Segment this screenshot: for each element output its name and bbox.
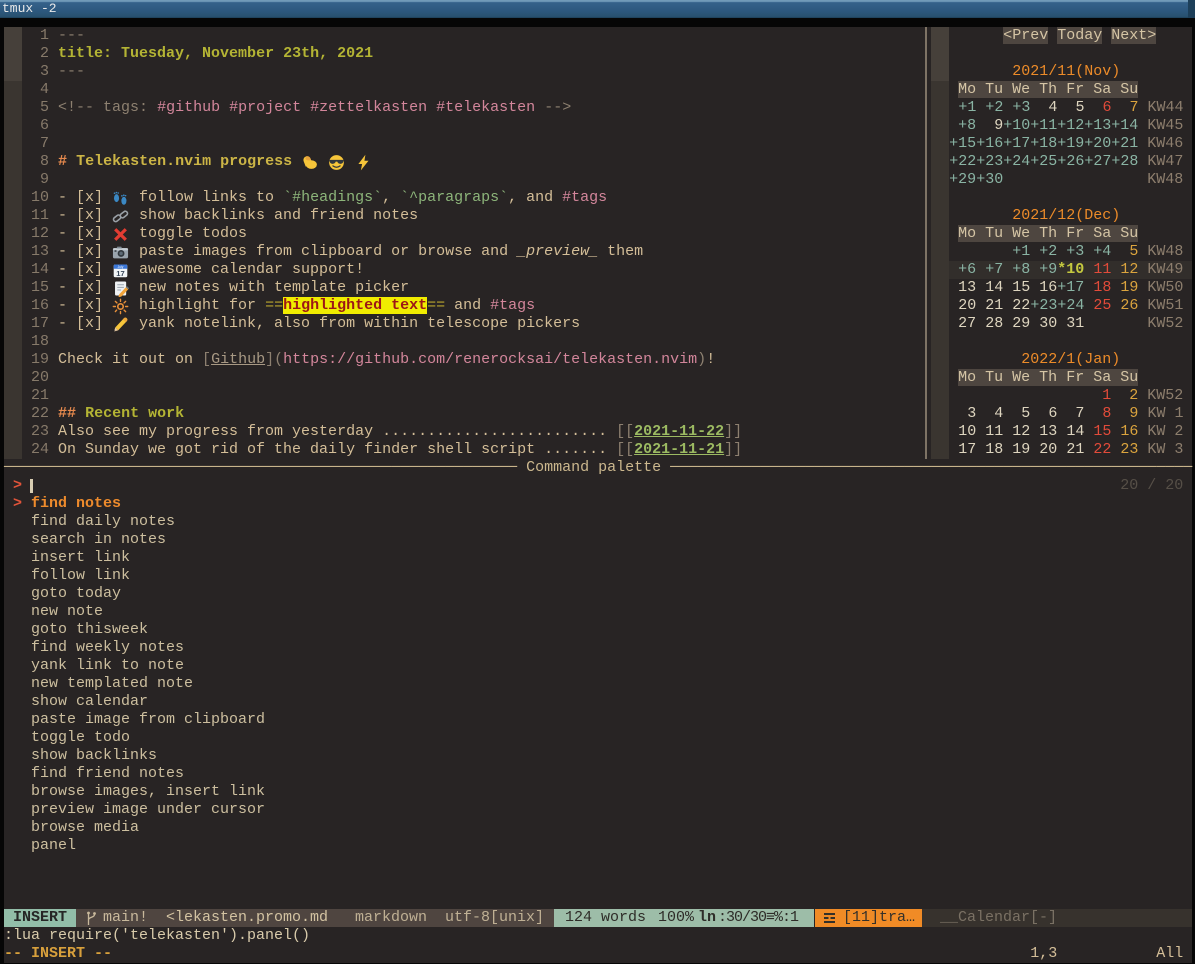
svg-text:17: 17 (116, 269, 124, 278)
